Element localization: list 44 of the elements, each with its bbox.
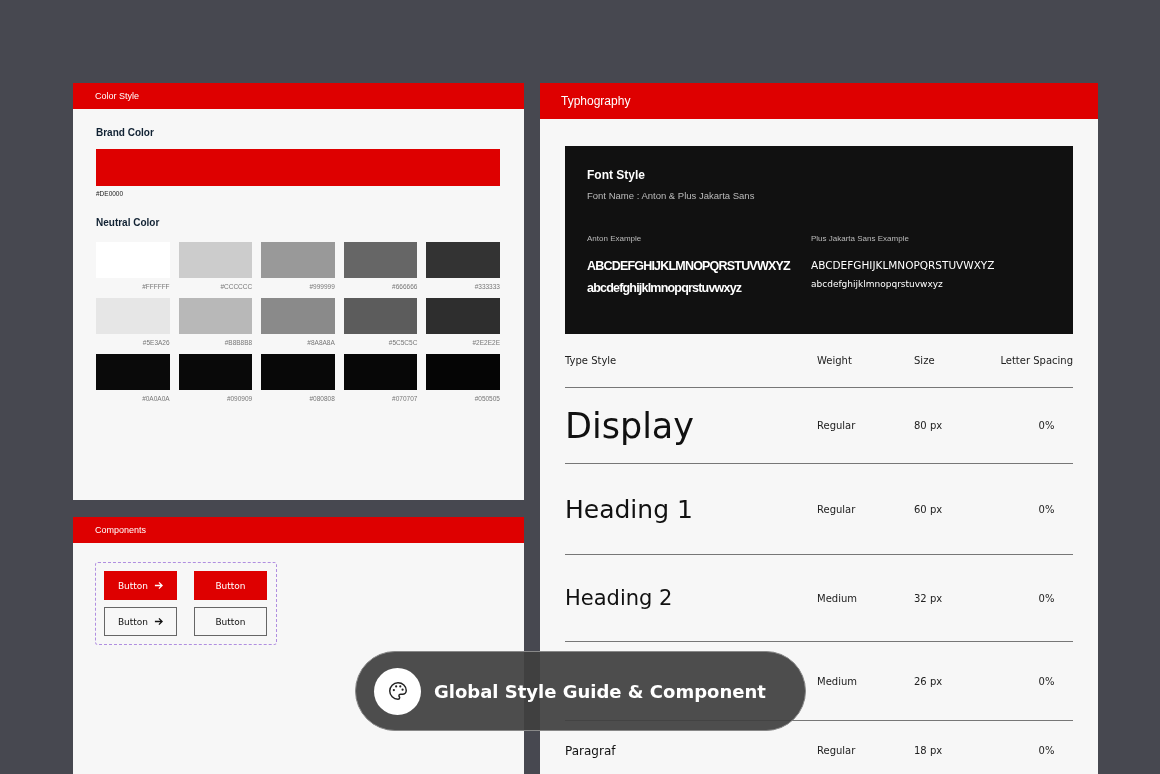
table-cell-text: 60 px [914,503,944,515]
alphabet-sample: ABCDEFGHIJKLMNOPQRSTUVWXYZ [811,259,996,271]
sample-button[interactable]: Button [104,607,177,636]
example-label: Anton Example [587,234,643,243]
table-cell-text: Medium [817,592,858,604]
panel-heading: Font Style [587,168,646,182]
card-title: Typhography [561,94,631,108]
table-cell-text: 32 px [914,592,944,604]
type-style-sample: Heading 2 [565,586,673,610]
table-cell-text: Regular [817,744,857,756]
arrow-right-icon [154,617,164,626]
sample-button[interactable]: Button [104,571,177,600]
table-cell-text: 0% [1037,420,1056,431]
arrow-right-icon [154,581,164,590]
table-cell-text: 26 px [914,675,944,687]
alphabet-sample: abcdefghijklmnopqrstuvwxyz [587,281,742,295]
sample-button[interactable]: Button [194,607,267,636]
table-cell-text: 0% [1037,744,1056,756]
section-heading: Brand Color [96,127,155,138]
sample-button[interactable]: Button [194,571,267,600]
table-cell-text: 0% [1037,592,1056,604]
type-style-sample: Display [565,405,694,446]
table-cell-text: Regular [817,420,857,431]
column-header: Type Style [565,355,618,366]
banner-title: Global Style Guide & Component [434,680,766,702]
example-label: Plus Jakarta Sans Example [811,234,910,243]
table-cell-text: 18 px [914,744,944,756]
column-header: Letter Spacing [999,355,1073,366]
table-cell-text: Medium [817,675,858,687]
type-style-sample: Paragraf [565,744,616,758]
table-cell-text: 80 px [914,420,944,431]
type-style-sample: Heading 1 [565,494,693,524]
table-cell-text: 0% [1037,675,1056,687]
table-cell-text: Regular [817,503,857,515]
table-cell-text: 0% [1037,503,1056,515]
alphabet-sample: ABCDEFGHIJKLMNOPQRSTUVWXYZ [587,259,790,273]
card-title: Color Style [95,91,139,101]
card-title: Components [95,525,147,535]
palette-icon [386,680,409,702]
column-header: Weight [817,355,853,366]
column-header: Size [914,355,936,366]
section-heading: Neutral Color [96,217,161,228]
font-name: Font Name : Anton & Plus Jakarta Sans [587,190,756,201]
alphabet-sample: abcdefghijklmnopqrstuvwxyz [811,279,944,289]
